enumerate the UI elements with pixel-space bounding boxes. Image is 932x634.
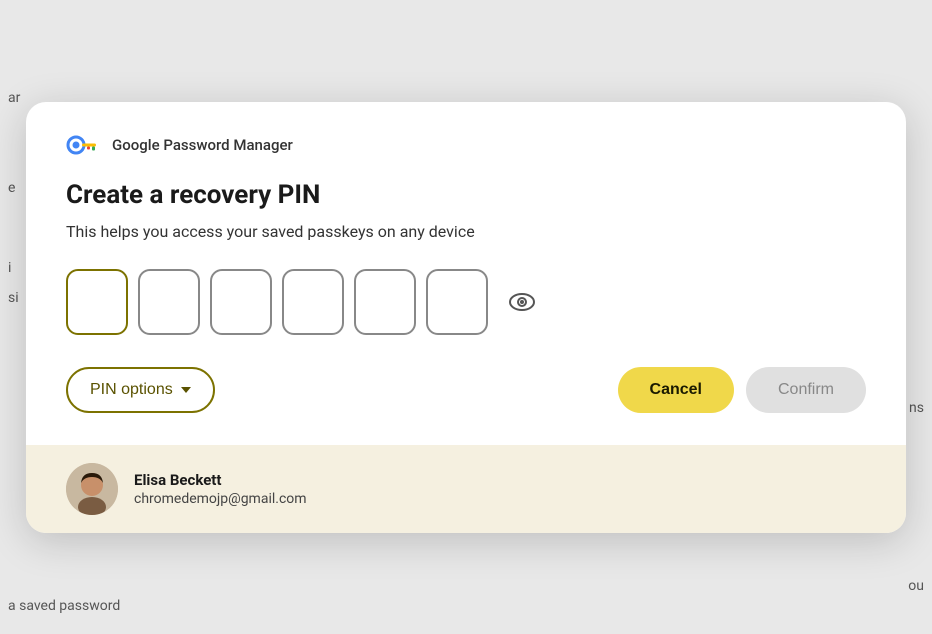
bg-text-4: si	[8, 290, 19, 306]
account-email: chromedemojp@gmail.com	[134, 491, 307, 507]
bg-text-1: ar	[8, 90, 20, 106]
toggle-pin-visibility-button[interactable]	[502, 285, 542, 319]
dialog-body: Google Password Manager Create a recover…	[26, 102, 906, 445]
avatar-image	[66, 463, 118, 515]
pin-input-4[interactable]	[282, 269, 344, 335]
dialog-subtitle: This helps you access your saved passkey…	[66, 222, 866, 241]
chevron-down-icon	[181, 387, 191, 393]
action-buttons: Cancel Confirm	[618, 367, 866, 413]
bg-text-3: i	[8, 260, 11, 276]
bg-text-6: a saved password	[8, 598, 120, 614]
google-password-manager-logo	[66, 134, 102, 156]
bg-text-5: ns	[909, 400, 924, 416]
bg-text-2: e	[8, 180, 15, 196]
pin-options-label: PIN options	[90, 381, 173, 399]
eye-icon	[508, 291, 536, 313]
cancel-button[interactable]: Cancel	[618, 367, 734, 413]
dialog-title: Create a recovery PIN	[66, 180, 866, 210]
bg-text-7: ou	[908, 578, 924, 594]
account-info: Elisa Beckett chromedemojp@gmail.com	[134, 471, 307, 507]
buttons-row: PIN options Cancel Confirm	[66, 367, 866, 413]
pin-input-6[interactable]	[426, 269, 488, 335]
pin-input-3[interactable]	[210, 269, 272, 335]
dialog-footer: Elisa Beckett chromedemojp@gmail.com	[26, 445, 906, 533]
pin-input-row	[66, 269, 866, 335]
gpm-key-icon	[66, 134, 102, 156]
dialog: Google Password Manager Create a recover…	[26, 102, 906, 533]
dialog-header: Google Password Manager	[66, 134, 866, 156]
overlay: ar e i si ns a saved password ou	[0, 0, 932, 634]
pin-input-2[interactable]	[138, 269, 200, 335]
pin-options-button[interactable]: PIN options	[66, 367, 215, 413]
avatar	[66, 463, 118, 515]
pin-input-5[interactable]	[354, 269, 416, 335]
confirm-button[interactable]: Confirm	[746, 367, 866, 413]
app-name-label: Google Password Manager	[112, 136, 293, 154]
pin-input-1[interactable]	[66, 269, 128, 335]
account-name: Elisa Beckett	[134, 471, 307, 489]
